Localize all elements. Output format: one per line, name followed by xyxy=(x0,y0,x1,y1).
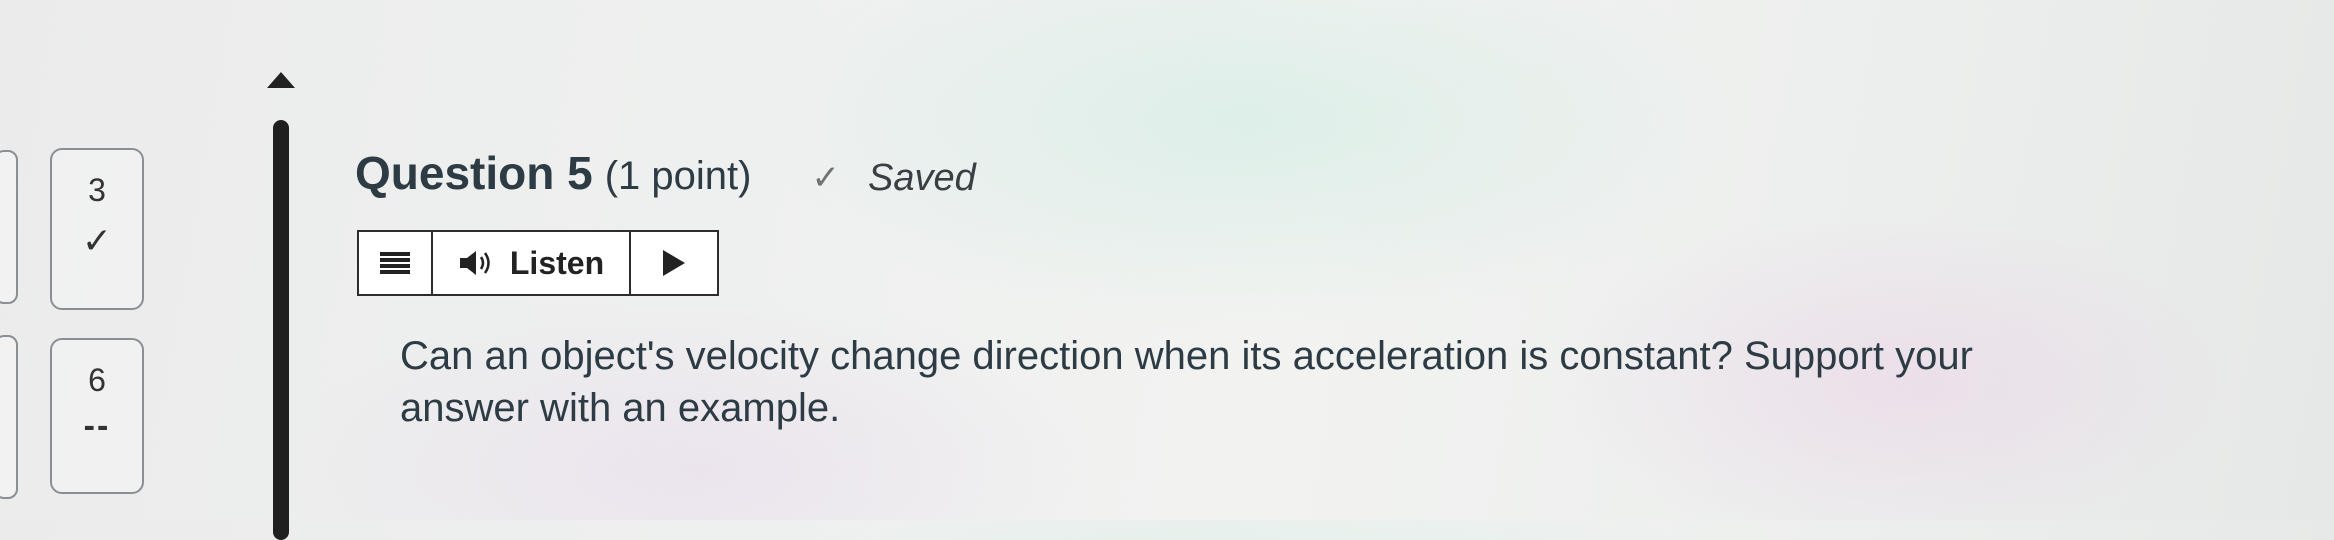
nav-question-number: 3 xyxy=(88,172,106,208)
scrollbar-thumb[interactable] xyxy=(273,120,289,540)
question-title: Question 5 xyxy=(355,147,593,199)
check-icon: ✓ xyxy=(811,159,840,197)
question-text: Can an object's velocity change directio… xyxy=(400,334,1973,430)
play-icon xyxy=(663,250,685,276)
unanswered-status: -- xyxy=(83,407,111,445)
question-points: (1 point) xyxy=(604,154,752,198)
listen-label: Listen xyxy=(509,244,605,281)
play-button[interactable] xyxy=(631,232,717,294)
nav-question-3[interactable]: 3 ✓ xyxy=(50,148,144,310)
saved-label: Saved xyxy=(867,156,976,199)
speaker-icon xyxy=(459,251,490,275)
nav-card-partial-top[interactable] xyxy=(0,150,18,304)
nav-question-number: 6 xyxy=(88,362,106,398)
menu-button[interactable] xyxy=(359,232,433,294)
nav-question-6[interactable]: 6 -- xyxy=(50,338,144,494)
scroll-up-arrow-icon[interactable] xyxy=(267,72,295,88)
listen-button[interactable]: Listen xyxy=(433,232,631,294)
answered-check-icon: ✓ xyxy=(81,220,113,261)
read-aloud-toolbar: Listen xyxy=(357,230,719,296)
question-header: Question 5 (1 point) ✓ Saved xyxy=(355,146,976,200)
saved-status: ✓ Saved xyxy=(811,157,975,200)
menu-icon xyxy=(380,252,410,274)
nav-card-partial-bottom[interactable] xyxy=(0,335,18,499)
